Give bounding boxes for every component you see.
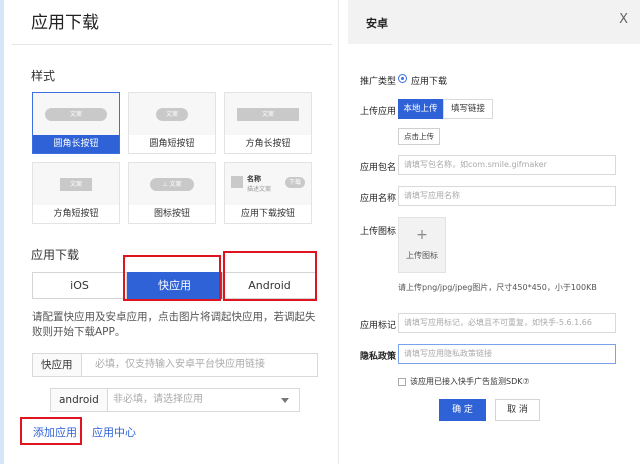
- android-app-modal: 安卓 X 推广类型 应用下载 上传应用 本地上传 填写链接 点击上传 应用包名 …: [348, 0, 640, 464]
- cancel-button[interactable]: 取 消: [495, 399, 540, 421]
- style-section-label: 样式: [31, 69, 56, 83]
- card-caption: 应用下载按钮: [225, 205, 311, 223]
- quickapp-link-input[interactable]: 快应用 必填，仅支持输入安卓平台快应用链接: [32, 353, 318, 377]
- download-section-label: 应用下载: [31, 248, 80, 262]
- app-tag-input[interactable]: 请填写应用标记，必填且不可重复，如快手-5.6.1.66: [398, 313, 616, 333]
- card-caption: 图标按钮: [129, 205, 215, 223]
- title-divider: [12, 44, 332, 45]
- card-preview: 文案: [225, 93, 311, 137]
- preview-pill: 文案: [60, 178, 92, 191]
- upload-icon-text: 上传图标: [406, 251, 438, 260]
- select-prefix: android: [51, 389, 108, 411]
- highlight-box-add-app: [20, 417, 82, 445]
- app-name-label: 应用名称: [360, 194, 397, 204]
- chevron-down-icon: [281, 398, 289, 403]
- card-preview: 文案: [33, 93, 119, 137]
- card-caption: 方角长按钮: [225, 135, 311, 153]
- app-name-input[interactable]: 请填写应用名称: [398, 186, 616, 206]
- tab-fill-link[interactable]: 填写链接: [443, 99, 493, 119]
- confirm-button[interactable]: 确 定: [439, 399, 486, 421]
- platform-ios-button[interactable]: iOS: [32, 272, 127, 299]
- card-caption: 圆角长按钮: [33, 135, 119, 153]
- card-preview: 名称 描述文案 下载: [225, 163, 311, 207]
- preview-pill: 文案: [45, 108, 107, 121]
- icon-hint: 请上传png/jpg/jpeg图片，尺寸450*450，小于100KB: [398, 283, 597, 292]
- privacy-policy-label: 隐私政策: [360, 352, 397, 362]
- preview-pill: ⊥ 文案: [150, 178, 194, 191]
- highlight-box-quickapp: [123, 255, 221, 301]
- input-prefix: 快应用: [33, 354, 82, 376]
- plus-icon: +: [416, 227, 428, 243]
- highlight-box-android: [223, 251, 317, 301]
- preview-pill: 文案: [156, 108, 188, 121]
- promo-type-value: 应用下载: [411, 77, 448, 87]
- card-preview: 文案: [129, 93, 215, 137]
- sdk-checkbox-label: 该应用已接入快手广告监测SDK⑦: [410, 377, 530, 386]
- modal-header: 安卓 X: [348, 0, 640, 44]
- sdk-checkbox[interactable]: [398, 378, 406, 386]
- card-caption: 圆角短按钮: [129, 135, 215, 153]
- app-center-link[interactable]: 应用中心: [92, 424, 136, 440]
- package-name-label: 应用包名: [360, 163, 397, 173]
- android-app-select[interactable]: android 非必填，请选择应用: [50, 388, 300, 412]
- select-placeholder: 非必填，请选择应用: [113, 394, 203, 405]
- upload-icon-label: 上传图标: [360, 227, 397, 237]
- package-name-input[interactable]: 请填写包名称，如com.smile.gifmaker: [398, 155, 616, 175]
- app-download-panel: 应用下载 样式 文案 圆角长按钮 文案 圆角短按钮 文案 方角长按钮 文案 方角…: [0, 0, 335, 464]
- vertical-divider: [338, 0, 339, 464]
- style-card-icon-button[interactable]: ⊥ 文案 图标按钮: [128, 162, 216, 224]
- click-upload-button[interactable]: 点击上传: [398, 128, 440, 145]
- style-card-square-short[interactable]: 文案 方角短按钮: [32, 162, 120, 224]
- privacy-policy-input[interactable]: 请填写应用隐私政策链接: [398, 344, 616, 364]
- close-icon[interactable]: X: [619, 12, 628, 27]
- card-preview: ⊥ 文案: [129, 163, 215, 207]
- modal-title: 安卓: [366, 17, 388, 30]
- card-caption: 方角短按钮: [33, 205, 119, 223]
- upload-icon-box[interactable]: + 上传图标: [398, 217, 446, 273]
- app-tag-label: 应用标记: [360, 321, 397, 331]
- tab-local-upload[interactable]: 本地上传: [398, 99, 443, 119]
- upload-app-label: 上传应用: [360, 107, 397, 117]
- app-name-text: 名称: [247, 175, 261, 183]
- download-pill: 下载: [285, 177, 305, 188]
- style-card-square-long[interactable]: 文案 方角长按钮: [224, 92, 312, 154]
- download-description: 请配置快应用及安卓应用，点击图片将调起快应用，若调起失败则开始下载APP。: [32, 311, 316, 338]
- app-desc-text: 描述文案: [247, 186, 272, 193]
- style-card-app-download[interactable]: 名称 描述文案 下载 应用下载按钮: [224, 162, 312, 224]
- app-icon: [231, 176, 243, 188]
- panel-title: 应用下载: [31, 13, 99, 33]
- preview-pill: 文案: [237, 108, 299, 121]
- card-preview: 文案: [33, 163, 119, 207]
- promo-type-label: 推广类型: [360, 77, 397, 87]
- promo-type-radio[interactable]: [398, 74, 407, 83]
- style-card-rounded-short[interactable]: 文案 圆角短按钮: [128, 92, 216, 154]
- input-placeholder: 必填，仅支持输入安卓平台快应用链接: [95, 359, 265, 370]
- style-card-rounded-long[interactable]: 文案 圆角长按钮: [32, 92, 120, 154]
